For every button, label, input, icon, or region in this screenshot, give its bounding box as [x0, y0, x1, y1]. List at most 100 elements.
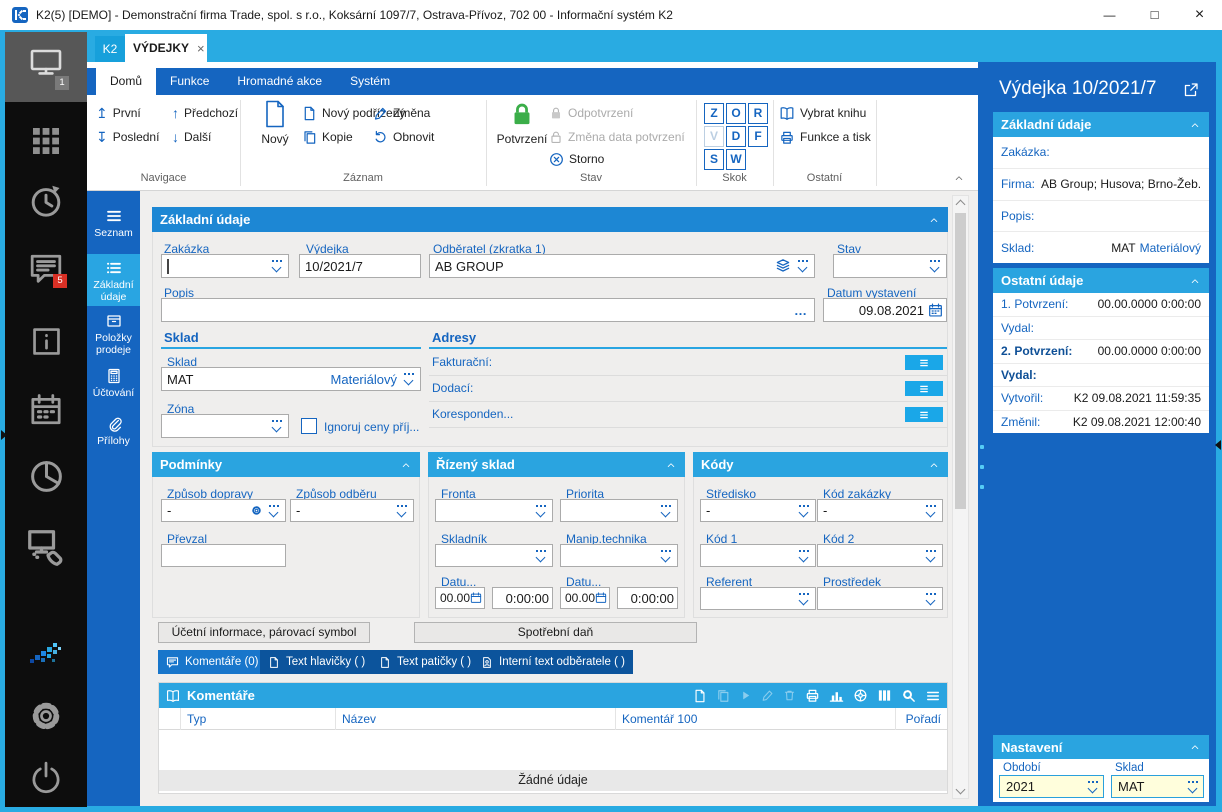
ucetni-informace-button[interactable]: Účetní informace, párovací symbol [158, 622, 370, 643]
next-button[interactable]: ↓ Další [172, 128, 211, 146]
doc-tab-k2[interactable]: K2 [95, 36, 125, 62]
tab-text-hlavicky[interactable]: Text hlavičky ( ) [260, 650, 374, 674]
sidebar-item-analytics[interactable] [5, 458, 87, 495]
maximize-button[interactable]: □ [1132, 0, 1177, 30]
storno-button[interactable]: Storno [549, 150, 604, 168]
dropdown-icon[interactable] [266, 502, 282, 520]
column-marker[interactable] [159, 708, 181, 730]
wheel-icon[interactable] [853, 688, 868, 703]
copy-button[interactable]: Kopie [302, 128, 353, 146]
dropdown-icon[interactable] [796, 547, 812, 565]
jump-key-o[interactable]: O [726, 103, 746, 124]
datum1-time-field[interactable]: 0:00:00 [492, 587, 553, 609]
column-typ[interactable]: Typ [181, 708, 336, 730]
menu-icon[interactable] [925, 689, 941, 703]
zakladni-udaje-header[interactable]: Základní údaje [152, 207, 948, 232]
prostredek-field[interactable] [817, 587, 943, 610]
spotrebni-dan-button[interactable]: Spotřební daň [414, 622, 697, 643]
tab-close-icon[interactable]: × [197, 41, 205, 56]
kod-zakazky-field[interactable]: - [817, 499, 943, 522]
kod2-field[interactable] [817, 544, 943, 567]
popis-field[interactable]: … [161, 298, 815, 322]
tab-text-paticky[interactable]: Text patičky ( ) [371, 650, 480, 674]
fakturacni-address-button[interactable] [905, 355, 943, 370]
dropdown-icon[interactable] [394, 502, 410, 520]
datum2-time-field[interactable]: 0:00:00 [617, 587, 678, 609]
more-ellipsis-icon[interactable]: … [794, 303, 811, 318]
settings-search-icon[interactable] [901, 688, 916, 703]
dropdown-icon[interactable] [795, 257, 811, 275]
column-komentar[interactable]: Komentář 100 [616, 708, 896, 730]
view-tab-seznam[interactable]: Seznam [87, 202, 140, 251]
skladnik-field[interactable] [435, 544, 553, 567]
datum2-date-field[interactable]: 00.00. [560, 587, 610, 609]
new-record-button[interactable]: Nový [250, 100, 300, 146]
sidebar-item-history[interactable] [5, 183, 87, 219]
close-button[interactable]: × [1177, 0, 1222, 30]
select-book-button[interactable]: Vybrat knihu [779, 104, 866, 122]
scroll-down-icon[interactable] [955, 784, 966, 795]
sklad-field[interactable]: MAT Materiálový [161, 367, 421, 391]
scroll-up-icon[interactable] [955, 199, 966, 210]
kod1-field[interactable] [700, 544, 816, 567]
dropdown-icon[interactable] [923, 502, 939, 520]
obdobi-field[interactable]: 2021 [999, 775, 1104, 798]
sidebar-item-messages[interactable]: 5 [5, 252, 87, 288]
datum-vystaveni-field[interactable]: 09.08.2021 [823, 298, 947, 322]
jump-key-s[interactable]: S [704, 149, 724, 170]
jump-key-r[interactable]: R [748, 103, 768, 124]
vydejka-field[interactable]: 10/2021/7 [299, 254, 421, 278]
jump-key-z[interactable]: Z [704, 103, 724, 124]
open-external-icon[interactable] [1183, 82, 1199, 98]
functions-print-button[interactable]: Funkce a tisk [779, 128, 871, 146]
columns-icon[interactable] [877, 688, 892, 703]
print-icon[interactable] [805, 688, 820, 703]
ribbon-tab-functions[interactable]: Funkce [156, 68, 223, 95]
ribbon-collapse-icon[interactable] [953, 173, 965, 183]
dropdown-icon[interactable] [269, 417, 285, 435]
view-tab-prilohy[interactable]: Přílohy [87, 410, 140, 456]
preview-zakladni-header[interactable]: Základní údaje [993, 112, 1209, 137]
confirm-button[interactable]: Potvrzení [493, 100, 551, 146]
dropdown-icon[interactable] [796, 502, 812, 520]
sidebar-item-power[interactable] [5, 760, 87, 794]
ribbon-tab-home[interactable]: Domů [96, 68, 157, 95]
left-splitter-handle[interactable] [1, 430, 7, 440]
manip-technika-field[interactable] [560, 544, 678, 567]
dropdown-icon[interactable] [269, 257, 285, 275]
chart-icon[interactable] [829, 688, 844, 703]
zakazka-field[interactable] [161, 254, 289, 278]
stredisko-field[interactable]: - [700, 499, 816, 522]
priorita-field[interactable] [560, 499, 678, 522]
right-splitter-handle[interactable] [1215, 440, 1221, 450]
zona-field[interactable] [161, 414, 289, 438]
dropdown-icon[interactable] [533, 547, 549, 565]
view-tab-zakladni-udaje[interactable]: Základní údaje [87, 254, 140, 306]
dropdown-icon[interactable] [1185, 778, 1201, 796]
dropdown-icon[interactable] [923, 547, 939, 565]
referent-field[interactable] [700, 587, 816, 610]
dropdown-icon[interactable] [401, 370, 417, 388]
column-nazev[interactable]: Název [336, 708, 616, 730]
view-tab-uctovani[interactable]: Účtování [87, 362, 140, 408]
dodaci-address-button[interactable] [905, 381, 943, 396]
dropdown-icon[interactable] [923, 590, 939, 608]
dropdown-icon[interactable] [658, 502, 674, 520]
ribbon-tab-system[interactable]: Systém [336, 68, 404, 95]
jump-key-d[interactable]: D [726, 126, 746, 147]
previous-button[interactable]: ↑ Předchozí [172, 104, 238, 122]
view-tab-polozky-prodeje[interactable]: Položky prodeje [87, 307, 140, 361]
minimize-button[interactable]: — [1087, 0, 1132, 30]
dropdown-icon[interactable] [927, 257, 943, 275]
dropdown-icon[interactable] [796, 590, 812, 608]
panel-splitter[interactable] [978, 62, 985, 806]
tab-interni-text[interactable]: Interní text odběratele ( ) [473, 650, 633, 674]
doc-tab-vydejky[interactable]: VÝDEJKY × [125, 34, 207, 62]
dropdown-icon[interactable] [1085, 778, 1101, 796]
zpusob-dopravy-field[interactable]: - [161, 499, 286, 522]
sidebar-item-modules[interactable] [5, 126, 87, 156]
dropdown-icon[interactable] [658, 547, 674, 565]
stav-field[interactable] [833, 254, 947, 278]
scrollbar-thumb[interactable] [955, 213, 966, 509]
sidebar-item-info[interactable] [5, 325, 87, 358]
